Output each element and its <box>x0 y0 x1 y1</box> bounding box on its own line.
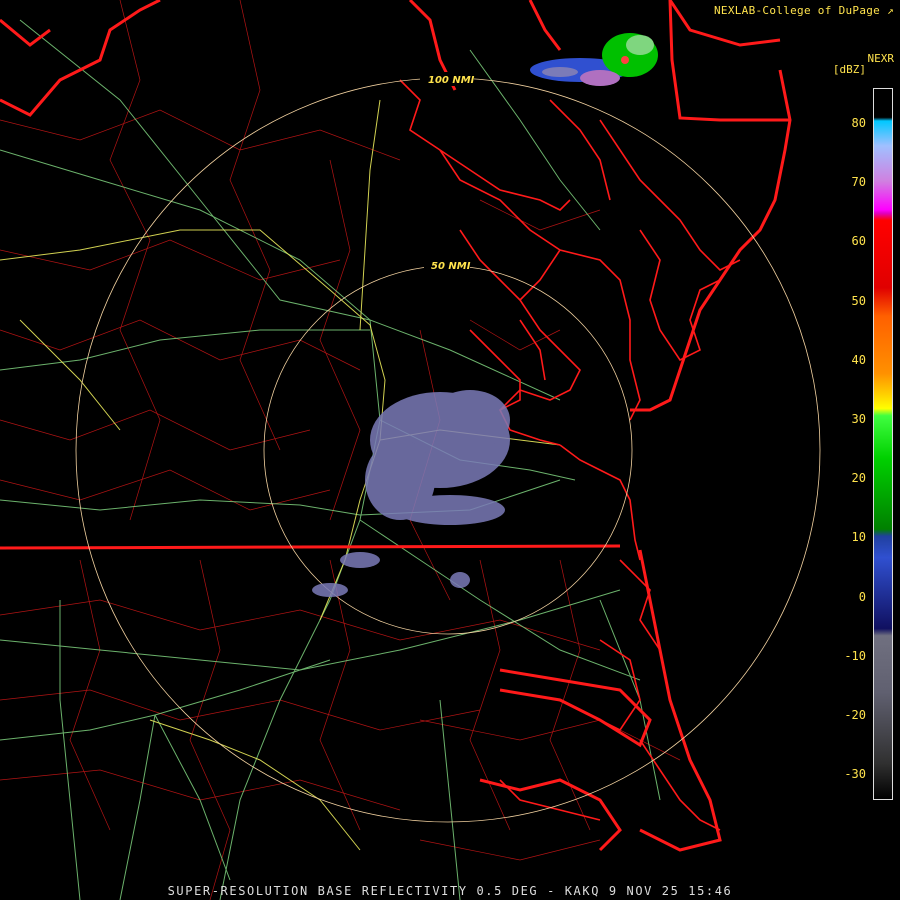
colorbar-tick-label: 30 <box>851 412 866 426</box>
colorbar-tick-label: 0 <box>858 589 866 604</box>
colorbar-tick-label: 40 <box>851 352 866 367</box>
colorbar-tick-label: -30 <box>844 767 866 782</box>
legend-title: NEXR <box>867 52 895 65</box>
colorbar-tick-label: -20 <box>844 708 866 722</box>
product-caption: SUPER-RESOLUTION BASE REFLECTIVITY 0.5 D… <box>167 884 733 898</box>
colorbar-tick-label: 20 <box>851 471 866 486</box>
credit-label: NEXLAB-College of DuPage ↗ <box>714 4 894 17</box>
ring-label-50: 50 NMI <box>431 261 471 272</box>
colorbar-tick-label: 50 <box>851 293 866 308</box>
external-link-icon[interactable]: ↗ <box>887 4 894 17</box>
highways <box>0 19 661 900</box>
radar-map: 100 NMI 50 NMI <box>0 0 821 900</box>
ring-label-100: 100 NMI <box>428 75 475 86</box>
colorbar-tick-label: -10 <box>844 648 866 663</box>
ring-labels: 100 NMI 50 NMI <box>420 72 475 272</box>
legend-unit: [dBZ] <box>832 63 866 76</box>
echoes-storm <box>530 33 658 86</box>
colorbar-tick-label: 10 <box>851 530 866 545</box>
colorbar-tick-label: 60 <box>851 234 866 249</box>
colorbar-tick-label: 70 <box>851 175 866 190</box>
echoes-center <box>312 390 510 597</box>
reflectivity-colorbar <box>873 88 893 800</box>
county-lines <box>0 0 681 900</box>
credit-text: NEXLAB-College of DuPage <box>713 4 881 17</box>
colorbar-tick-label: 80 <box>851 116 866 130</box>
